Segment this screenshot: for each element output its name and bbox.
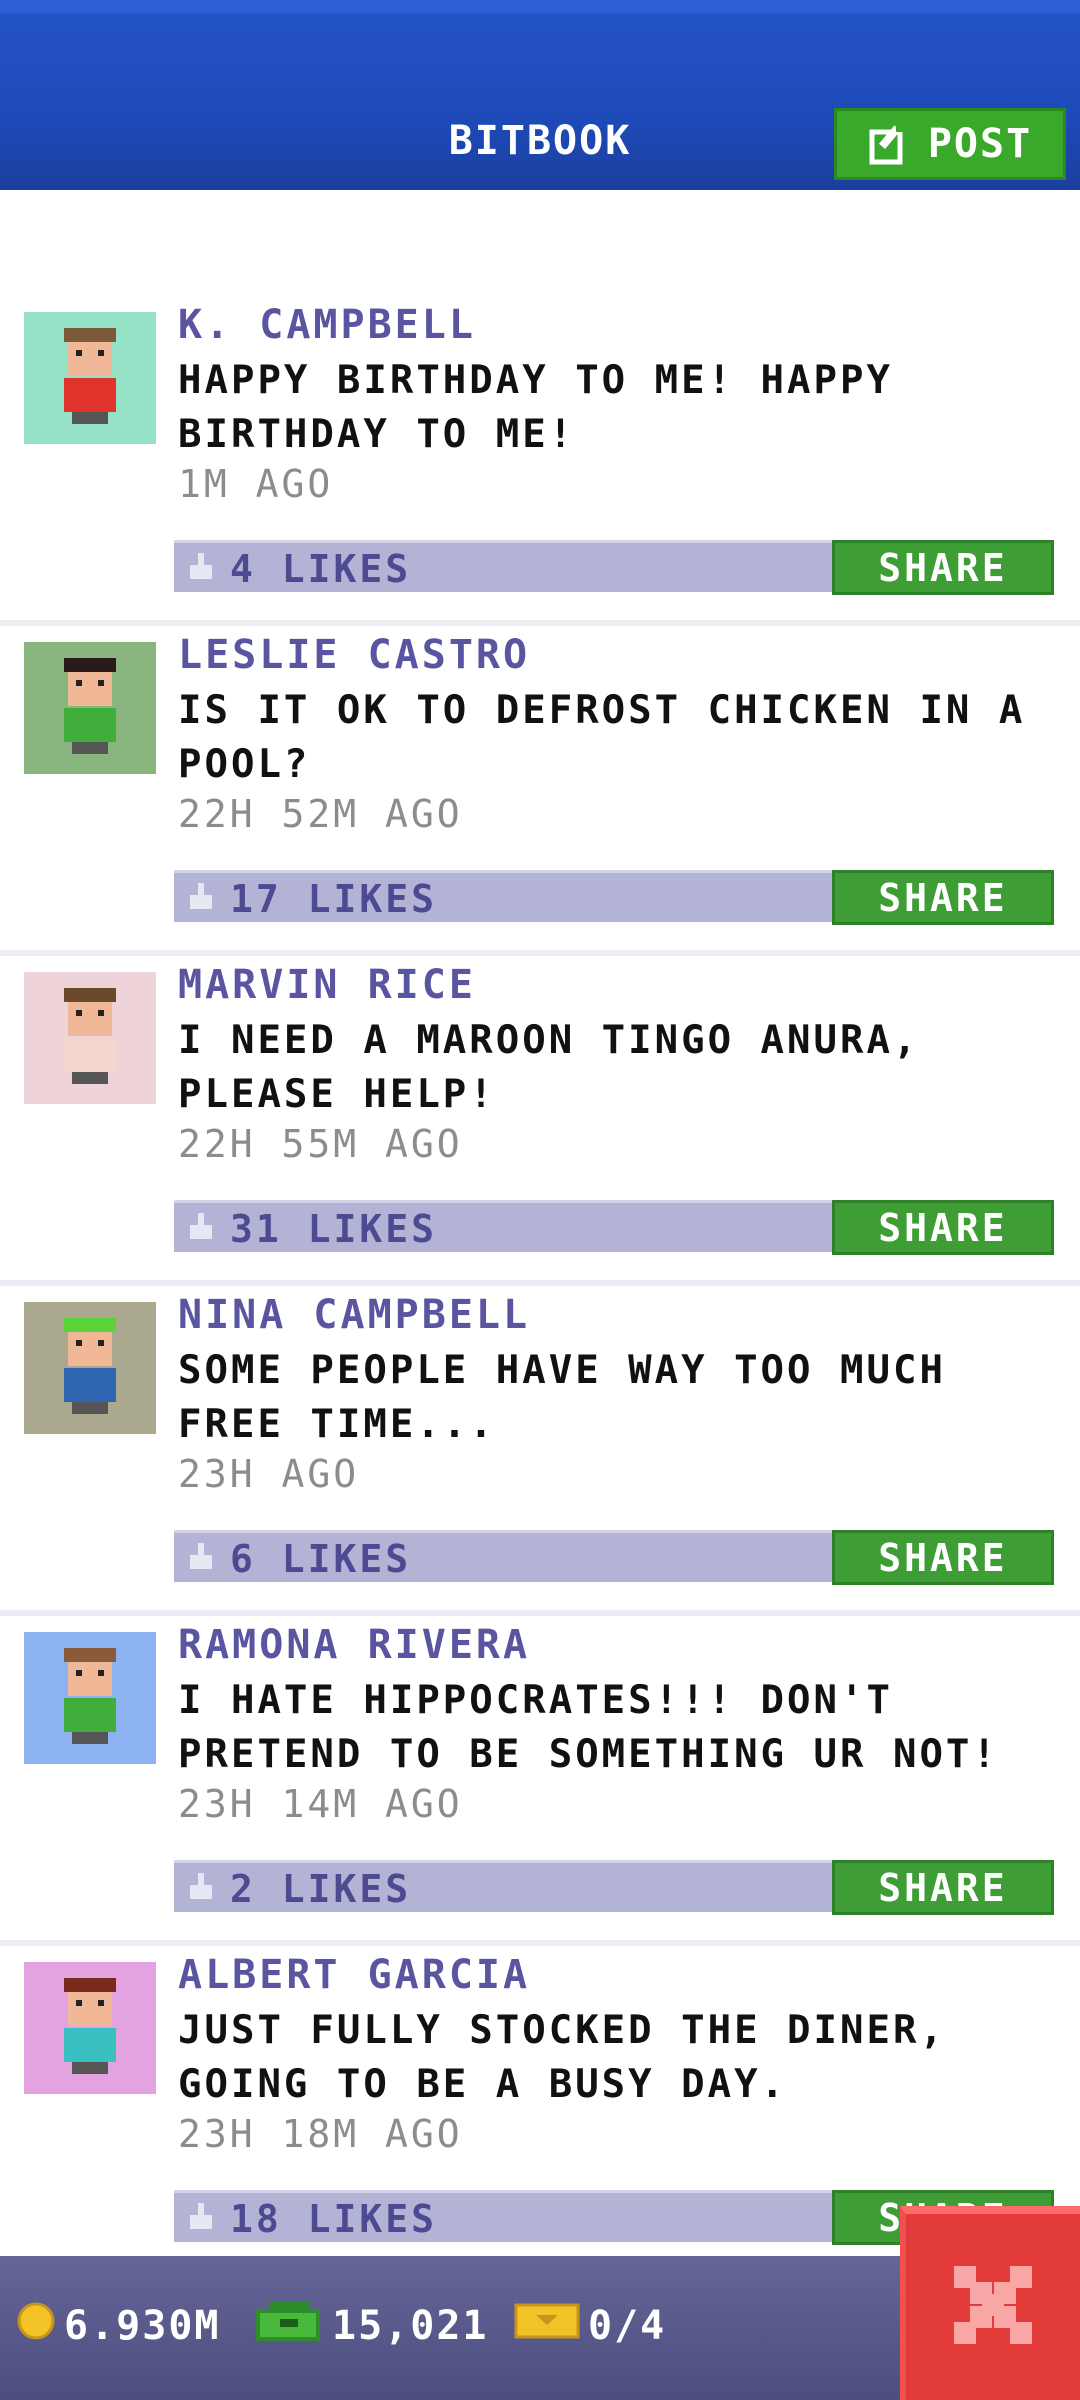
avatar[interactable] [24, 1302, 156, 1434]
likes-bar: 31 LIKES SHARE [174, 1200, 1054, 1255]
avatar[interactable] [24, 1632, 156, 1764]
coins-display: 6.930M [16, 2298, 221, 2354]
post-author[interactable]: LESLIE CASTRO [178, 632, 530, 678]
feed-post: K. CAMPBELL HAPPY BIRTHDAY TO ME! HAPPY B… [0, 296, 1080, 626]
bux-value: 15,021 [332, 2303, 489, 2349]
post-author[interactable]: NINA CAMPBELL [178, 1292, 530, 1338]
likes-count: 17 LIKES [230, 877, 438, 921]
post-author[interactable]: K. CAMPBELL [178, 302, 476, 348]
likes-bar: 6 LIKES SHARE [174, 1530, 1054, 1585]
post-button-label: POST [927, 121, 1033, 167]
bux-icon [254, 2299, 324, 2353]
feed-post: LESLIE CASTRO IS IT OK TO DEFROST CHICKEN… [0, 626, 1080, 956]
post-message: HAPPY BIRTHDAY TO ME! HAPPY BIRTHDAY TO … [178, 358, 893, 457]
post-author[interactable]: ALBERT GARCIA [178, 1952, 530, 1998]
post-message: I NEED A MAROON TINGO ANURA, PLEASE HELP… [178, 1018, 920, 1117]
likes-count: 6 LIKES [230, 1537, 412, 1581]
share-button[interactable]: SHARE [832, 540, 1054, 595]
avatar[interactable] [24, 642, 156, 774]
post-timestamp: 22H 52M AGO [178, 792, 463, 836]
thumbs-up-icon[interactable] [186, 881, 216, 911]
likes-count: 18 LIKES [230, 2197, 438, 2241]
close-button[interactable] [900, 2206, 1080, 2400]
share-button[interactable]: SHARE [832, 1200, 1054, 1255]
share-button[interactable]: SHARE [832, 870, 1054, 925]
avatar[interactable] [24, 312, 156, 444]
post-timestamp: 23H 18M AGO [178, 2112, 463, 2156]
avatar[interactable] [24, 1962, 156, 2094]
post-message: I HATE HIPPOCRATES!!! DON'T PRETEND TO B… [178, 1678, 999, 1777]
likes-bar: 4 LIKES SHARE [174, 540, 1054, 595]
post-author[interactable]: MARVIN RICE [178, 962, 476, 1008]
post-timestamp: 23H 14M AGO [178, 1782, 463, 1826]
share-button[interactable]: SHARE [832, 1860, 1054, 1915]
post-message: SOME PEOPLE HAVE WAY TOO MUCH FREE TIME.… [178, 1348, 946, 1447]
likes-bar: 17 LIKES SHARE [174, 870, 1054, 925]
coins-value: 6.930M [64, 2303, 221, 2349]
post-timestamp: 1M AGO [178, 462, 334, 506]
feed-post: MARVIN RICE I NEED A MAROON TINGO ANURA, … [0, 956, 1080, 1286]
thumbs-up-icon[interactable] [186, 551, 216, 581]
edit-icon [868, 122, 912, 166]
ticket-icon [514, 2301, 580, 2351]
post-timestamp: 22H 55M AGO [178, 1122, 463, 1166]
post-button[interactable]: POST [834, 108, 1066, 180]
likes-bar: 2 LIKES SHARE [174, 1860, 1054, 1915]
header-bar: BITBOOK POST [0, 0, 1080, 190]
coin-icon [16, 2301, 56, 2351]
thumbs-up-icon[interactable] [186, 1871, 216, 1901]
avatar[interactable] [24, 972, 156, 1104]
thumbs-up-icon[interactable] [186, 2201, 216, 2231]
share-button[interactable]: SHARE [832, 1530, 1054, 1585]
tickets-value: 0/4 [588, 2303, 667, 2349]
close-icon [948, 2260, 1038, 2354]
thumbs-up-icon[interactable] [186, 1211, 216, 1241]
post-message: IS IT OK TO DEFROST CHICKEN IN A POOL? [178, 688, 1026, 787]
feed-post: RAMONA RIVERA I HATE HIPPOCRATES!!! DON'T… [0, 1616, 1080, 1946]
likes-count: 31 LIKES [230, 1207, 438, 1251]
page-title: BITBOOK [448, 118, 632, 164]
post-message: JUST FULLY STOCKED THE DINER, GOING TO B… [178, 2008, 946, 2107]
feed-list: K. CAMPBELL HAPPY BIRTHDAY TO ME! HAPPY B… [0, 296, 1080, 2276]
bux-display: 15,021 [254, 2298, 489, 2354]
thumbs-up-icon[interactable] [186, 1541, 216, 1571]
post-timestamp: 23H AGO [178, 1452, 360, 1496]
feed-post: NINA CAMPBELL SOME PEOPLE HAVE WAY TOO MU… [0, 1286, 1080, 1616]
post-author[interactable]: RAMONA RIVERA [178, 1622, 530, 1668]
likes-count: 2 LIKES [230, 1867, 412, 1911]
likes-count: 4 LIKES [230, 547, 412, 591]
tickets-display: 0/4 [514, 2298, 666, 2354]
